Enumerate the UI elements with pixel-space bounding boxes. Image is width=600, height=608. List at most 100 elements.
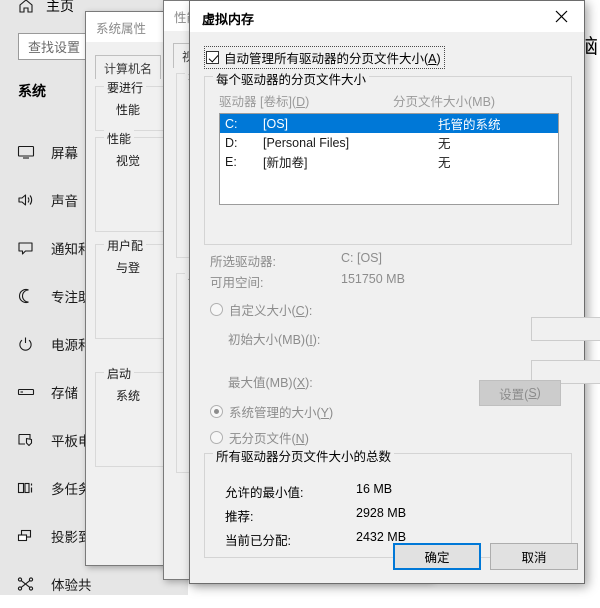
drive-listbox[interactable]: C: [OS] 托管的系统 D: [Personal Files] 无 E: […: [219, 113, 559, 205]
virtual-memory-dialog[interactable]: 虚拟内存 自动管理所有驱动器的分页文件大小(A) 每个驱动器的分页文件大小 驱动…: [189, 0, 600, 584]
table-row[interactable]: D: [Personal Files] 无: [220, 133, 558, 152]
radio-indicator: [210, 405, 223, 418]
virtual-memory-titlebar: 虚拟内存: [190, 1, 584, 32]
system-managed-label-text: 系统管理的大小(: [229, 406, 321, 420]
recommended-value: 2928 MB: [356, 506, 407, 520]
set-button-text: 设置(: [499, 387, 529, 402]
initial-size-label: 初始大小(MB)(I):: [228, 329, 320, 348]
system-managed-accel: Y: [320, 406, 330, 420]
column-header-drive-accel: D: [296, 95, 306, 109]
close-icon[interactable]: [539, 1, 584, 32]
drive-label: [Personal Files]: [263, 135, 350, 150]
monitor-icon: [17, 144, 45, 160]
table-row[interactable]: C: [OS] 托管的系统: [220, 114, 558, 133]
custom-size-label-close: ):: [304, 304, 313, 318]
no-paging-label-close: ): [304, 432, 309, 446]
checkbox-indicator: [206, 51, 219, 64]
power-icon: [17, 336, 45, 352]
drive-page-size: 无: [438, 137, 451, 151]
free-space-label: 可用空间:: [210, 276, 264, 290]
notification-icon: [17, 240, 45, 256]
group-title: 要进行: [104, 79, 147, 96]
initial-size-input[interactable]: [531, 317, 600, 341]
custom-size-radio[interactable]: 自定义大小(C):: [210, 300, 312, 319]
sidebar-item-label: 体验共: [51, 578, 92, 593]
auto-manage-label-close: ): [436, 52, 441, 66]
initial-size-label-text: 初始大小(MB)(: [228, 333, 310, 347]
tab-computer-name[interactable]: 计算机名: [95, 55, 162, 79]
per-drive-group-title: 每个驱动器的分页文件大小: [213, 69, 370, 88]
no-paging-file-label: 无分页文件(N): [229, 428, 309, 447]
min-allowed-label: 允许的最小值:: [225, 486, 304, 500]
system-managed-radio[interactable]: 系统管理的大小(Y): [210, 402, 333, 421]
sidebar-section-title: 系统: [18, 83, 46, 99]
group-title: 用户配: [104, 237, 147, 254]
max-size-label-text: 最大值(MB)(: [228, 376, 297, 390]
min-allowed-value: 16 MB: [356, 482, 393, 496]
system-properties-title: 系统属性: [96, 21, 147, 36]
drive-letter: D:: [225, 135, 238, 150]
radio-indicator: [210, 431, 223, 444]
group-text: 视觉: [116, 154, 141, 168]
custom-size-label: 自定义大小(C):: [229, 300, 312, 319]
sidebar-item-label: 屏幕: [51, 146, 78, 161]
drive-letter: E:: [225, 154, 237, 169]
max-size-label-close: ):: [305, 376, 313, 390]
auto-manage-checkbox[interactable]: 自动管理所有驱动器的分页文件大小(A): [204, 46, 445, 69]
drive-page-size: 无: [438, 156, 451, 170]
ok-button[interactable]: 确定: [393, 543, 481, 570]
no-paging-accel: N: [295, 432, 305, 446]
system-managed-label: 系统管理的大小(Y): [229, 402, 333, 421]
set-button-accel: S: [528, 386, 537, 400]
column-header-page-size: 分页文件大小(MB): [393, 95, 496, 109]
sidebar-item-label: 存储: [51, 386, 78, 401]
selected-drive-label: 所选驱动器:: [210, 255, 276, 269]
column-header-drive-close: ): [305, 95, 310, 109]
auto-manage-label-text: 自动管理所有驱动器的分页文件大小(: [224, 52, 429, 66]
group-title: 性能: [104, 130, 135, 147]
project-icon: [17, 528, 45, 544]
table-row[interactable]: E: [新加卷] 无: [220, 152, 558, 171]
radio-indicator: [210, 303, 223, 316]
per-drive-group: 每个驱动器的分页文件大小 驱动器 [卷标](D) 分页文件大小(MB) C: […: [204, 69, 572, 245]
group-title: 启动: [104, 365, 135, 382]
drive-label: [OS]: [263, 116, 289, 131]
selected-drive-value: C: [OS]: [341, 251, 382, 265]
storage-icon: [17, 384, 45, 400]
auto-manage-accel: A: [428, 52, 437, 66]
sidebar-item-shared-experiences[interactable]: 体验共: [0, 560, 188, 608]
home-icon: [18, 0, 34, 14]
share-icon: [17, 576, 45, 592]
currently-allocated-value: 2432 MB: [356, 530, 407, 544]
tablet-icon: [17, 432, 45, 448]
search-placeholder: 查找设置: [28, 40, 81, 55]
sidebar-home-label: 主页: [46, 0, 74, 14]
totals-group-title: 所有驱动器分页文件大小的总数: [213, 446, 395, 465]
no-paging-label-text: 无分页文件(: [229, 432, 296, 446]
custom-size-label-text: 自定义大小(: [229, 304, 296, 318]
multitask-icon: [17, 480, 45, 496]
cancel-button[interactable]: 取消: [490, 543, 578, 570]
initial-size-label-close: ):: [312, 333, 321, 347]
sidebar-item-label: 声音: [51, 194, 78, 209]
max-size-label: 最大值(MB)(X):: [228, 372, 313, 391]
drive-label: [新加卷]: [263, 156, 308, 170]
system-properties-tabstrip: 计算机名: [95, 55, 162, 79]
system-managed-label-close: ): [329, 406, 334, 420]
set-button-close: ): [536, 386, 541, 400]
speaker-icon: [17, 192, 45, 208]
no-paging-file-radio[interactable]: 无分页文件(N): [210, 428, 309, 447]
sidebar-home-item[interactable]: 主页: [18, 0, 74, 16]
custom-size-accel: C: [295, 304, 305, 318]
drive-letter: C:: [225, 116, 238, 131]
group-text: 性能: [116, 103, 141, 117]
moon-icon: [17, 288, 45, 304]
recommended-label: 推荐:: [225, 510, 254, 524]
group-text: 系统: [116, 389, 141, 403]
auto-manage-label: 自动管理所有驱动器的分页文件大小(A): [224, 48, 441, 67]
virtual-memory-title: 虚拟内存: [202, 12, 255, 27]
free-space-value: 151750 MB: [341, 272, 405, 286]
group-text: 与登: [116, 261, 141, 275]
set-button[interactable]: 设置(S): [479, 380, 561, 406]
column-header-drive-text: 驱动器 [卷标](: [219, 95, 297, 109]
